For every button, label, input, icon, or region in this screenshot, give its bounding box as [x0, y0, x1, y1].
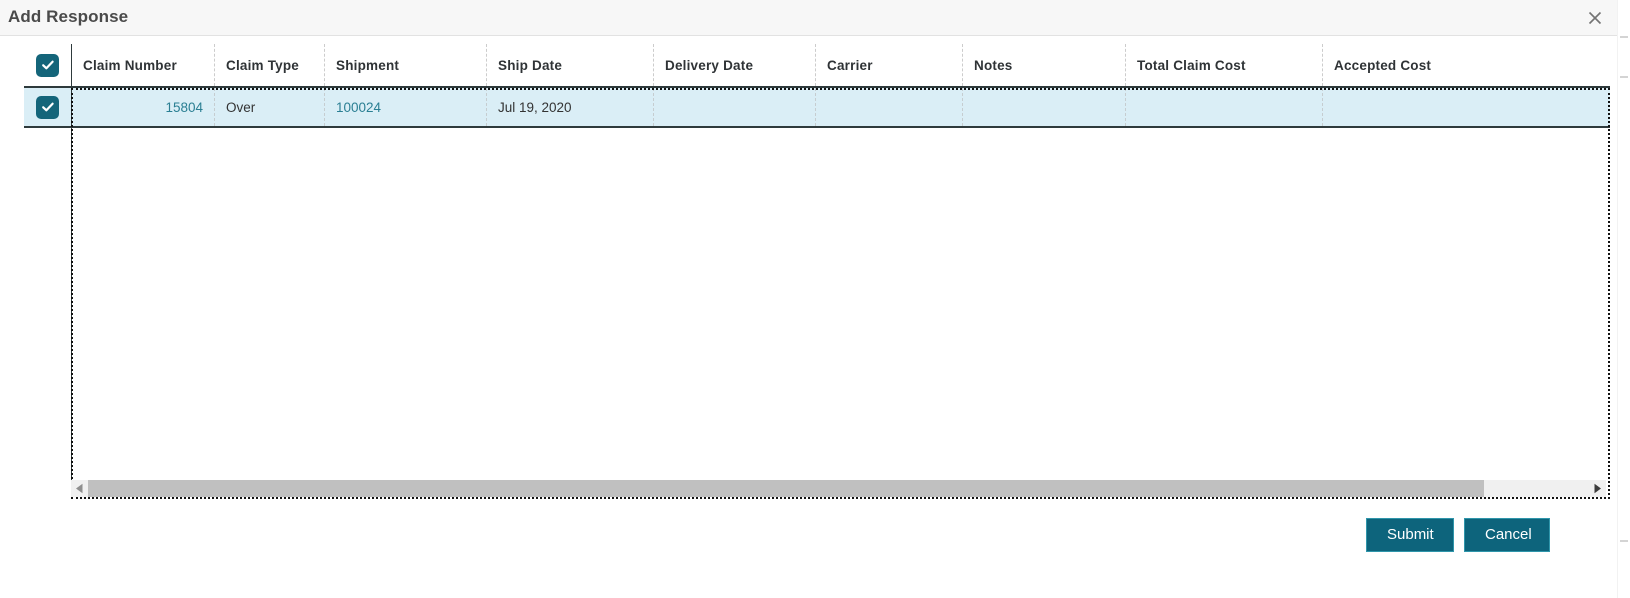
grid-header-row: Claim Number Claim Type Shipment Ship Date D… — [72, 44, 1610, 88]
cell-ship_date: Jul 19, 2020 — [487, 88, 654, 126]
column-header-claim_number[interactable]: Claim Number — [72, 44, 215, 86]
dialog-title: Add Response — [8, 7, 129, 26]
caret-left-icon[interactable] — [71, 480, 88, 497]
add-response-dialog: Add Response Claim Number Claim Type Shipm… — [0, 0, 1630, 598]
row-select-cell — [24, 88, 71, 128]
scrollbar-track[interactable] — [88, 480, 1589, 497]
scrollbar-tick — [1620, 36, 1628, 38]
select-all-checkbox[interactable] — [36, 53, 59, 77]
cell-carrier — [816, 88, 963, 126]
row-checkbox[interactable] — [36, 95, 59, 119]
grid-header-select-cell — [24, 44, 71, 88]
grid-body: 15804 Over 100024 Jul 19, 2020 — [72, 88, 1610, 499]
scrollbar-thumb[interactable] — [88, 480, 1484, 497]
grid-selection-column — [24, 44, 71, 140]
close-icon[interactable] — [1584, 7, 1606, 29]
column-header-notes[interactable]: Notes — [963, 44, 1126, 86]
submit-button[interactable]: Submit — [1366, 518, 1454, 552]
table-row[interactable]: 15804 Over 100024 Jul 19, 2020 — [72, 88, 1610, 128]
claims-grid: Claim Number Claim Type Shipment Ship Date D… — [24, 44, 1610, 499]
scrollbar-tick — [1620, 76, 1628, 78]
grid-scroll-viewport: Claim Number Claim Type Shipment Ship Date D… — [71, 44, 1610, 499]
cell-total_claim_cost — [1126, 88, 1323, 126]
dialog-titlebar: Add Response — [0, 0, 1618, 36]
column-header-shipment[interactable]: Shipment — [325, 44, 487, 86]
column-header-total_claim_cost[interactable]: Total Claim Cost — [1126, 44, 1323, 86]
caret-right-icon[interactable] — [1589, 480, 1606, 497]
column-header-ship_date[interactable]: Ship Date — [487, 44, 654, 86]
cell-claim_number: 15804 — [72, 88, 215, 126]
grid-horizontal-scrollbar[interactable] — [71, 480, 1606, 497]
column-header-accepted_cost[interactable]: Accepted Cost — [1323, 44, 1610, 86]
scrollbar-tick — [1620, 540, 1628, 542]
column-header-carrier[interactable]: Carrier — [816, 44, 963, 86]
column-header-claim_type[interactable]: Claim Type — [215, 44, 325, 86]
page-vertical-scrollbar[interactable] — [1617, 0, 1630, 598]
shipment-link[interactable]: 100024 — [336, 100, 381, 115]
dialog-footer: Submit Cancel — [0, 515, 1618, 560]
cancel-button[interactable]: Cancel — [1464, 518, 1550, 552]
cell-shipment: 100024 — [325, 88, 487, 126]
cell-accepted_cost — [1323, 88, 1610, 126]
cell-claim_type: Over — [215, 88, 325, 126]
column-header-delivery_date[interactable]: Delivery Date — [654, 44, 816, 86]
cell-notes — [963, 88, 1126, 126]
cell-delivery_date — [654, 88, 816, 126]
claim_number-link[interactable]: 15804 — [165, 100, 203, 115]
